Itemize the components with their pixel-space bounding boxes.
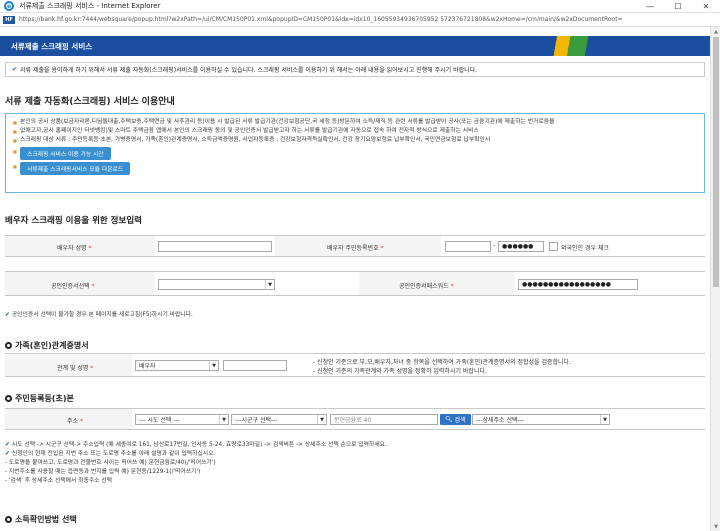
- page-title: 서류제출 스크래핑 서비스: [11, 42, 93, 51]
- income-section-heading: 소득확인방법 선택: [5, 514, 77, 525]
- close-button[interactable]: ✕: [692, 0, 720, 13]
- spouse-rrn-front-input[interactable]: [445, 241, 491, 252]
- road-address-input[interactable]: 문현금융로 40: [330, 414, 438, 425]
- vertical-scrollbar[interactable]: ▲ ▼: [710, 27, 720, 531]
- address-search-button[interactable]: 🔍︎ 검색: [440, 414, 471, 425]
- address-section-heading: 주민등록등(초)본: [5, 393, 74, 404]
- cert-row: 공인인증서선택 * ▼ 공인인증서패스워드 * ●●●●●●●●●●●●●●●●…: [5, 271, 705, 296]
- module-download-button[interactable]: 서류제출 스크래핑서비스 모듈 다운로드: [13, 162, 131, 175]
- service-hours-button[interactable]: 스크래핑 서비스 이용 가능 시간: [13, 147, 111, 160]
- chevron-down-icon: ▼: [219, 415, 228, 424]
- window-titlebar: e 서류제출 스크래핑 서비스 - Internet Explorer — ☐ …: [0, 0, 720, 13]
- family-name-input[interactable]: [223, 360, 287, 371]
- address-note: - '검색' 후 상세주소 선택에서 최종주소 선택: [5, 478, 112, 484]
- family-note-1: - 신청인 기준으로 부,모,배우자,자녀 중 항목을 선택하여 가족(혼인)관…: [313, 359, 571, 366]
- spouse-section-heading: 배우자 스크래핑 이용을 위한 정보입력: [5, 216, 142, 226]
- scroll-down-icon[interactable]: ▼: [711, 522, 720, 531]
- address-note: ✔ 신청인의 현재 전입된 지번 주소 또는 도로명 주소를 아래 설명과 같이 …: [5, 451, 216, 457]
- address-label: 주소 *: [67, 418, 83, 425]
- address-notes: ✔ 시도 선택 -> 시군구 선택-> 주소입력 (예 세종여로 161, 남산로…: [5, 441, 705, 486]
- address-bar[interactable]: HF https://bank.hf.go.kr:7444/websquare/…: [0, 13, 720, 27]
- cert-select[interactable]: ▼: [158, 279, 275, 290]
- address-row: 주소 * --- 시도 선택 --- ▼ ---시군구 선택--- ▼ 문현금융로 …: [5, 408, 705, 430]
- cert-note: ✔ 공인인증서 선택이 불가할 경우 본 페이지를 새로고침(F5)하시기 바랍니…: [5, 312, 193, 318]
- bullet-icon: [5, 342, 12, 349]
- spouse-rrn-back-input[interactable]: ●●●●●●: [498, 241, 544, 252]
- cert-password-label: 공인인증서패스워드 *: [399, 283, 454, 290]
- check-icon: ✔: [5, 312, 10, 318]
- relation-select[interactable]: 배우자 ▼: [135, 360, 219, 371]
- relation-label: 관계 및 성명 *: [57, 365, 94, 372]
- chevron-down-icon: ▼: [600, 415, 609, 424]
- family-section-heading: 가족(혼인)관계증명서: [5, 340, 89, 351]
- chevron-down-icon: ▼: [209, 361, 218, 370]
- scroll-up-icon[interactable]: ▲: [711, 27, 720, 36]
- bullet-icon: [5, 395, 12, 402]
- intro-notice: ✔ 서류 제출을 용이하게 하기 위해서 서류 제출 자동화(스크래핑)서비스를…: [5, 62, 705, 77]
- internet-explorer-icon: e: [4, 1, 14, 11]
- page-content: 서류제출 스크래핑 서비스 ✔ 서류 제출을 용이하게 하기 위해서 서류 제출…: [0, 27, 710, 531]
- guide-heading: 서류 제출 자동화(스크래핑) 서비스 이용안내: [5, 97, 175, 107]
- address-note: - 지번주소를 사용할 때는 읍면동과 번지를 입력 예) 문현동/1229-1…: [5, 469, 201, 475]
- check-icon: ✔: [5, 442, 10, 448]
- search-icon: 🔍︎: [445, 416, 453, 423]
- intro-notice-text: 서류 제출을 용이하게 하기 위해서 서류 제출 자동화(스크래핑)서비스를 이…: [20, 67, 478, 74]
- site-favicon-icon: HF: [3, 15, 15, 24]
- spouse-rrn-label: 배우자 주민등록번호 *: [327, 245, 384, 252]
- banner-decoration: [490, 36, 710, 56]
- window-title: 서류제출 스크래핑 서비스 - Internet Explorer: [19, 2, 161, 10]
- scroll-thumb[interactable]: [713, 37, 719, 287]
- foreign-checkbox[interactable]: [549, 242, 558, 251]
- cert-select-label: 공인인증서선택 *: [51, 283, 95, 290]
- family-row: 관계 및 성명 * 배우자 ▼ - 신청인 기준으로 부,모,배우자,자녀 중 항…: [5, 353, 705, 377]
- family-note-2: - 신청인 기준의 가족관계와 가족 성명을 정확히 입력하시기 바랍니다.: [313, 368, 487, 375]
- spouse-name-input[interactable]: [158, 241, 272, 252]
- header-banner: 서류제출 스크래핑 서비스: [0, 36, 710, 56]
- check-icon: ✔: [5, 451, 10, 457]
- chevron-down-icon: ▼: [317, 415, 326, 424]
- check-icon: ✔: [12, 66, 18, 73]
- guide-box: 본인의 공사 상품(보금자리론,디딤돌대출,주택보증,주택연금 및 사후관리 등…: [5, 113, 705, 193]
- guide-line: 없애고자,공사 홈페이지인 터넷뱅킹)및 스마트 주택금융 앱에서 본인의 스크…: [13, 127, 697, 136]
- spouse-name-row: 배우자 성명 * 배우자 주민등록번호 * - ●●●●●● 외국인인 경우 체…: [5, 235, 705, 257]
- sigungu-select[interactable]: ---시군구 선택--- ▼: [231, 414, 327, 425]
- sido-select[interactable]: --- 시도 선택 --- ▼: [135, 414, 229, 425]
- foreign-check-label: 외국인인 경우 체크: [561, 245, 609, 252]
- guide-line: 본인의 공사 상품(보금자리론,디딤돌대출,주택보증,주택연금 및 사후관리 등…: [13, 118, 697, 127]
- detail-address-select[interactable]: ---상세주소 선택--- ▼: [472, 414, 610, 425]
- maximize-button[interactable]: ☐: [664, 0, 692, 13]
- rrn-dash: -: [493, 242, 496, 249]
- address-url[interactable]: https://bank.hf.go.kr:7444/websquare/pop…: [19, 16, 709, 23]
- bullet-icon: [5, 516, 12, 523]
- chevron-down-icon: ▼: [265, 280, 274, 289]
- minimize-button[interactable]: —: [636, 0, 664, 13]
- spouse-name-label: 배우자 성명 *: [57, 245, 92, 252]
- window-controls: — ☐ ✕: [636, 0, 720, 13]
- cert-password-input[interactable]: ●●●●●●●●●●●●●●●●●: [518, 279, 638, 290]
- address-note: ✔ 시도 선택 -> 시군구 선택-> 주소입력 (예 세종여로 161, 남산로…: [5, 442, 387, 448]
- guide-line: 스크래핑 대상 서류 : 주민등록등·초본, 가병증명서, 가족(혼인)관계증명…: [13, 136, 697, 145]
- address-note: - 도로명을 붙여쓰고, 도로명과 건물번호 사이는 띄어쓰 예) 문현금융로/…: [5, 460, 216, 466]
